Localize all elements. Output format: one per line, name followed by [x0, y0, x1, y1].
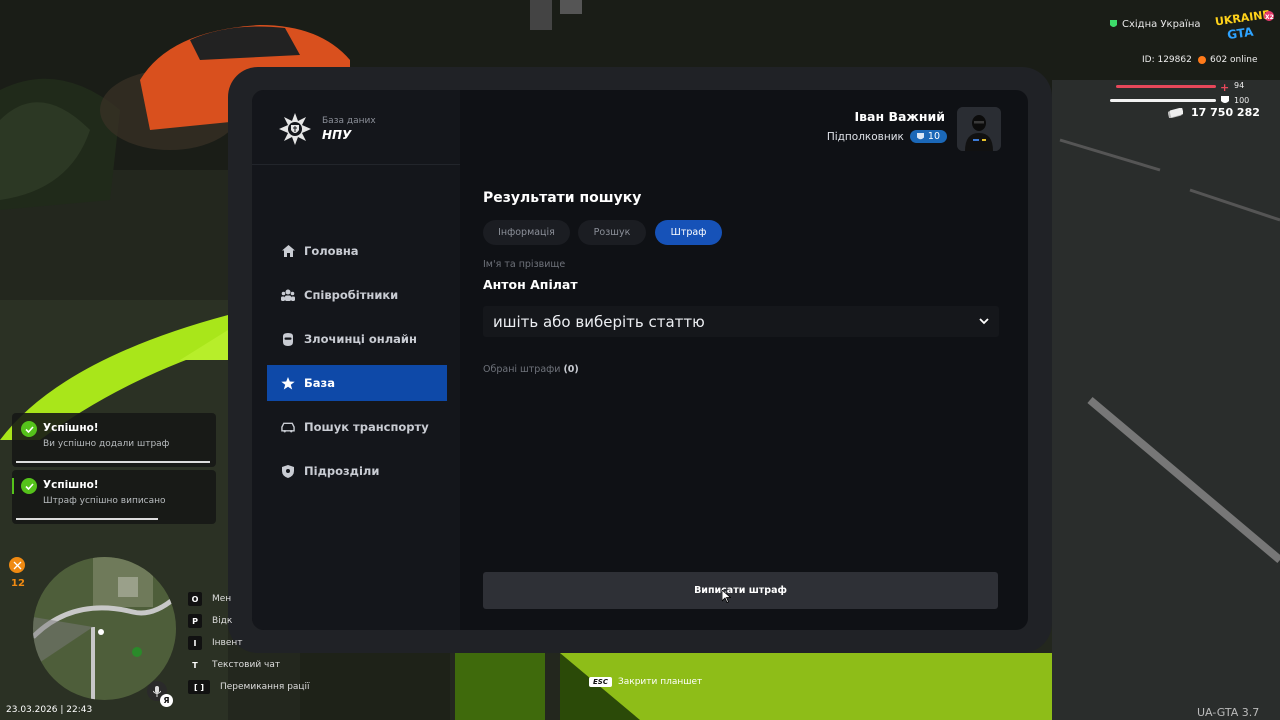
shield-icon [916, 132, 924, 139]
svg-text:GTA: GTA [1226, 25, 1255, 42]
close-tablet-label: Закрити планшет [617, 677, 703, 687]
date-time: 23.03.2026 | 22:43 [6, 705, 93, 715]
sidebar-divider [252, 164, 460, 165]
article-select-placeholder: ишіть або виберіть статтю [493, 312, 705, 331]
notification-title: Успішно! [43, 479, 99, 491]
level-badge: 10 [909, 130, 947, 143]
shield-icon [1110, 20, 1117, 27]
mouse-cursor-icon [722, 590, 731, 603]
key-hints: O Мен P Відк I Інвент T Текстовий чат [ ] Пер… [188, 588, 310, 698]
key-cap: [ ] [188, 680, 210, 694]
key-hint-open: P Відк [188, 610, 310, 632]
profile-rank: Підполковник 10 [827, 130, 947, 143]
rank-label: Підполковник [826, 130, 904, 143]
key-hint-inventory: I Інвент [188, 632, 310, 654]
notification-success: Успішно! Ви успішно додали штраф [12, 413, 216, 467]
player-id: ID: 129862 [1142, 55, 1192, 65]
chevron-down-icon [979, 318, 989, 325]
money-display: 17 750 282 [1168, 106, 1260, 119]
sidebar-item-label: Підрозділи [304, 464, 380, 478]
health-value: 94 [1234, 81, 1245, 90]
key-hint-menu: O Мен [188, 588, 310, 610]
selected-fines-label: Обрані штрафи [483, 364, 561, 375]
criminal-icon [281, 332, 295, 346]
article-select[interactable]: ишіть або виберіть статтю [483, 306, 999, 337]
check-icon [21, 478, 37, 494]
sidebar-item-label: Головна [304, 244, 359, 258]
sidebar-item-employees[interactable]: Співробітники [267, 277, 447, 313]
notification-text: Ви успішно додали штраф [43, 439, 170, 449]
game-logo: UKRAINE GTA X2 [1214, 10, 1274, 42]
sidebar-item-vehicle-search[interactable]: Пошук транспорту [267, 409, 447, 445]
key-cap: O [188, 592, 202, 606]
tab-information[interactable]: Інформація [483, 220, 570, 245]
sidebar-item-base[interactable]: База [267, 365, 447, 401]
tab-fine[interactable]: Штраф [655, 220, 722, 245]
sidebar-item-label: Співробітники [304, 288, 399, 302]
sidebar-item-label: База [304, 376, 335, 390]
key-cap: P [188, 614, 202, 628]
logo-subtitle: База даних [322, 116, 376, 126]
employees-icon [281, 288, 295, 302]
hunger-value: 12 [11, 578, 25, 589]
npu-logo-block: База даних НПУ [278, 112, 376, 146]
logo-title: НПУ [322, 128, 352, 142]
avatar[interactable] [957, 107, 1001, 151]
close-tablet-hint[interactable]: ESC Закрити планшет [589, 677, 702, 687]
money-icon [1168, 107, 1183, 118]
version-label: UA-GTA 3.7 [1197, 706, 1260, 719]
shield-icon [281, 464, 295, 478]
armor-value: 100 [1234, 96, 1250, 105]
minimap-image [33, 557, 176, 700]
notification-success: Успішно! Штраф успішно виписано [12, 470, 216, 524]
notification-accent [12, 478, 14, 494]
sidebar: База даних НПУ Головна Співробітники Зло… [252, 90, 460, 630]
server-name: Східна Україна [1122, 19, 1201, 30]
name-label: Ім'я та прізвище [483, 259, 566, 270]
sidebar-item-label: Пошук транспорту [304, 420, 429, 434]
sidebar-item-units[interactable]: Підрозділи [267, 453, 447, 489]
level-value: 10 [927, 131, 940, 142]
notification-timer-bar [16, 518, 158, 520]
key-cap: T [192, 660, 198, 670]
sidebar-item-criminals-online[interactable]: Злочинці онлайн [267, 321, 447, 357]
sidebar-item-home[interactable]: Головна [267, 233, 447, 269]
key-hint-text-chat: T Текстовий чат [188, 654, 310, 676]
esc-key: ESC [589, 677, 612, 687]
check-icon [21, 421, 37, 437]
armor-bar [1110, 99, 1216, 102]
sidebar-item-label: Злочинці онлайн [304, 332, 417, 346]
minimap [33, 557, 176, 700]
key-hint-radio: [ ] Перемикання рації [188, 676, 310, 698]
tab-wanted[interactable]: Розшук [578, 220, 646, 245]
key-cap: I [188, 636, 202, 650]
selected-fines: Обрані штрафи (0) [483, 364, 579, 375]
star-icon [281, 376, 295, 390]
radio-channel-icon: Я [160, 694, 173, 707]
issue-fine-button[interactable]: Виписати штраф [483, 572, 998, 609]
server-indicator: Східна Україна [1110, 19, 1201, 30]
page-title: Результати пошуку [483, 190, 642, 206]
svg-text:X2: X2 [1265, 14, 1274, 21]
health-icon: + [1220, 81, 1230, 94]
selected-fines-count: (0) [563, 364, 579, 375]
online-count: 602 online [1198, 55, 1258, 65]
notification-title: Успішно! [43, 422, 99, 434]
home-icon [281, 244, 295, 258]
name-value: Антон Апілат [483, 277, 578, 292]
car-icon [281, 420, 295, 434]
health-bar [1116, 85, 1216, 88]
notification-text: Штраф успішно виписано [43, 496, 166, 506]
hunger-icon [9, 557, 25, 573]
online-icon [1198, 56, 1206, 64]
armor-icon [1221, 96, 1229, 103]
notification-timer-bar [16, 461, 210, 463]
npu-emblem-icon [279, 113, 311, 145]
tablet-screen: База даних НПУ Головна Співробітники Зло… [252, 90, 1028, 630]
avatar-image [957, 107, 1001, 151]
profile-name: Іван Важний [854, 109, 945, 124]
logo-text: База даних НПУ [322, 116, 376, 142]
